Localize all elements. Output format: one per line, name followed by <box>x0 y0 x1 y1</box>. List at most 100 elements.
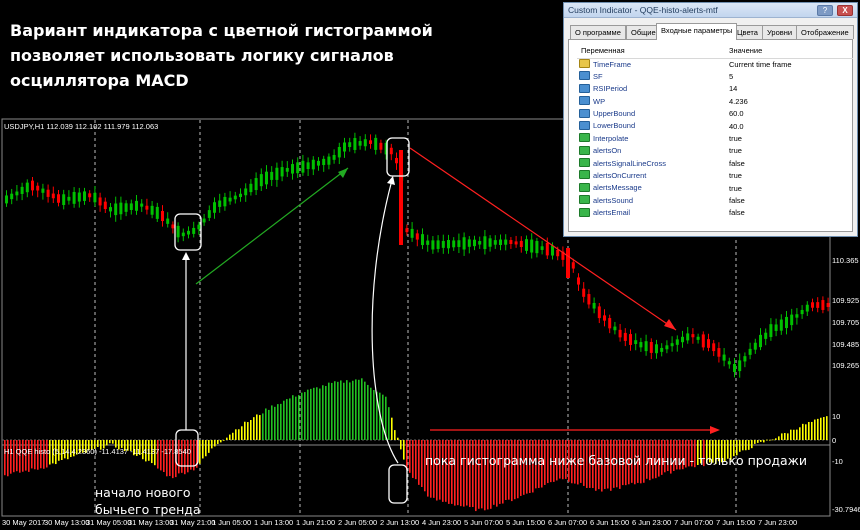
sell-note: пока гистограмма ниже базовой линии - то… <box>425 453 808 468</box>
inputs-panel: Переменная Значение TimeFrame Current tim… <box>568 39 853 232</box>
param-row[interactable]: alertsOn true <box>577 145 853 157</box>
param-value[interactable]: 40.0 <box>725 120 853 132</box>
histogram-bar <box>337 381 339 440</box>
dialog-titlebar[interactable]: Custom Indicator - QQE-histo-alerts-mtf … <box>564 3 857 18</box>
candle-body <box>759 334 762 348</box>
candle-body <box>540 246 544 250</box>
param-value[interactable]: false <box>725 207 853 219</box>
histogram-bar <box>277 404 279 440</box>
param-value[interactable]: Current time frame <box>725 58 853 70</box>
tab-levels[interactable]: Уровни <box>762 25 798 39</box>
candle-body <box>176 225 180 238</box>
histogram-bar <box>178 440 180 474</box>
histogram-bar <box>487 440 489 510</box>
param-row[interactable]: TimeFrame Current time frame <box>577 58 853 70</box>
param-name-cell: TimeFrame <box>577 58 725 70</box>
histogram-bar <box>490 440 492 509</box>
param-row[interactable]: Interpolate true <box>577 132 853 144</box>
param-row[interactable]: WP 4.236 <box>577 95 853 107</box>
histogram-bar <box>421 440 423 487</box>
param-row[interactable]: alertsOnCurrent true <box>577 170 853 182</box>
param-value[interactable]: false <box>725 194 853 206</box>
tab-about[interactable]: О программе <box>570 25 626 39</box>
param-value[interactable]: 14 <box>725 83 853 95</box>
param-row[interactable]: alertsSound false <box>577 194 853 206</box>
time-label: 2 Jun 05:00 <box>338 518 378 527</box>
candle-body <box>795 314 799 318</box>
param-value[interactable]: true <box>725 182 853 194</box>
candle-body <box>582 288 586 297</box>
candle-body <box>187 230 190 235</box>
candle-body <box>462 237 466 250</box>
histogram-bar <box>286 399 288 440</box>
histogram-bar <box>301 392 303 440</box>
time-label: 1 Jun 05:00 <box>212 518 252 527</box>
price-label: 109.265 <box>832 361 860 370</box>
custom-indicator-dialog[interactable]: Custom Indicator - QQE-histo-alerts-mtf … <box>563 2 858 237</box>
candle-body <box>150 205 154 215</box>
candle-body <box>228 197 232 202</box>
histogram-bar <box>226 437 228 440</box>
candle-body <box>239 193 242 198</box>
candle-body <box>707 339 710 348</box>
histogram-bar <box>346 380 348 440</box>
param-row[interactable]: UpperBound 60.0 <box>577 108 853 120</box>
candle-body <box>592 302 596 309</box>
histogram-bar <box>352 380 354 440</box>
param-name: alertsMessage <box>593 183 642 193</box>
histogram-bar <box>382 394 384 440</box>
histogram-bar <box>412 440 414 478</box>
candle-body <box>67 196 71 201</box>
param-row[interactable]: RSIPeriod 14 <box>577 83 853 95</box>
histogram-bar <box>802 423 804 440</box>
histogram-bar <box>256 414 258 440</box>
candle-body <box>98 197 102 206</box>
candle-body <box>431 240 435 250</box>
candle-body <box>265 171 268 185</box>
candle-body <box>15 191 19 196</box>
time-label: 2 Jun 13:00 <box>380 518 420 527</box>
param-value[interactable]: 4.236 <box>725 95 853 107</box>
histogram-bar <box>391 417 393 440</box>
help-button[interactable]: ? <box>817 5 833 16</box>
param-row[interactable]: alertsEmail false <box>577 207 853 219</box>
param-value[interactable]: false <box>725 157 853 169</box>
candle-body <box>93 192 97 203</box>
candle-body <box>119 202 123 215</box>
candle-body <box>348 142 352 148</box>
candle-body <box>197 224 201 230</box>
histogram-bar <box>475 440 477 512</box>
bool-param-icon <box>579 133 590 143</box>
param-row[interactable]: alertsMessage true <box>577 182 853 194</box>
close-button[interactable]: X <box>837 5 853 16</box>
param-value[interactable]: true <box>725 170 853 182</box>
param-row[interactable]: SF 5 <box>577 70 853 82</box>
histogram-bar <box>814 419 816 440</box>
candle-body <box>140 203 144 207</box>
histogram-bar <box>451 440 453 504</box>
candle-body <box>488 238 492 247</box>
param-name: RSIPeriod <box>593 84 628 94</box>
param-row[interactable]: LowerBound 40.0 <box>577 120 853 132</box>
candle-body <box>202 218 206 223</box>
param-value[interactable]: true <box>725 145 853 157</box>
candle-body <box>358 141 362 146</box>
param-value[interactable]: 60.0 <box>725 108 853 120</box>
param-value[interactable]: true <box>725 132 853 144</box>
candle-body <box>800 309 804 315</box>
tab-display[interactable]: Отображение <box>796 25 854 39</box>
histogram-bar <box>481 440 483 509</box>
tab-inputs[interactable]: Входные параметры <box>656 23 738 40</box>
param-value[interactable]: 5 <box>725 70 853 82</box>
histogram-bar <box>304 392 306 440</box>
histogram-bar <box>229 434 231 440</box>
histogram-bar <box>19 440 21 473</box>
histogram-bar <box>97 440 99 447</box>
bool-param-icon <box>579 170 590 180</box>
candle-body <box>805 304 809 312</box>
bool-param-icon <box>579 182 590 192</box>
candle-body <box>20 186 24 194</box>
histogram-bar <box>325 386 327 440</box>
param-row[interactable]: alertsSignalLineCross false <box>577 157 853 169</box>
candle-body <box>62 194 66 205</box>
